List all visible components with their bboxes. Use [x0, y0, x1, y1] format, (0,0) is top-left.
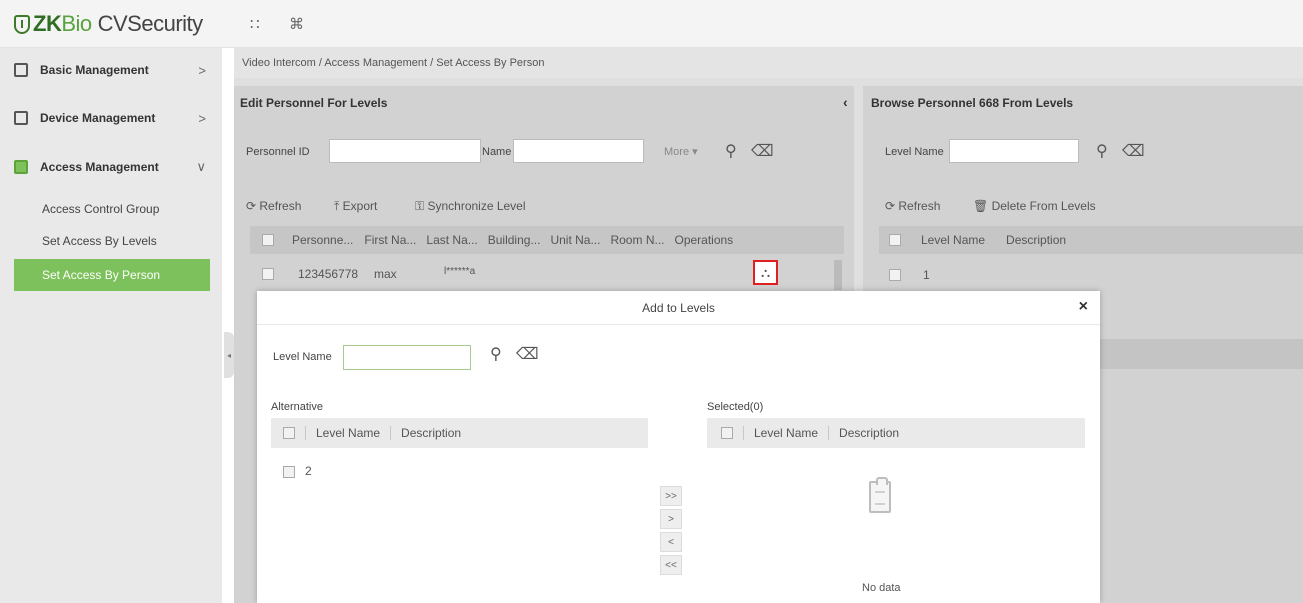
- name-label: Name: [482, 146, 512, 158]
- column-header[interactable]: Operations: [674, 233, 733, 247]
- close-icon[interactable]: ×: [1079, 298, 1088, 316]
- level-name-label: Level Name: [885, 146, 944, 158]
- table-scrollbar[interactable]: [834, 260, 842, 290]
- move-right-button[interactable]: >: [660, 509, 682, 529]
- column-header[interactable]: Room N...: [610, 233, 664, 247]
- refresh-button[interactable]: ⟳ Refresh: [885, 199, 940, 213]
- selected-label: Selected(0): [707, 401, 764, 413]
- sidebar-item-set-access-by-person[interactable]: Set Access By Person: [14, 259, 210, 291]
- select-all-checkbox[interactable]: [283, 427, 295, 439]
- clear-icon[interactable]: ⌫: [751, 141, 774, 161]
- add-to-levels-icon[interactable]: ⛬: [753, 260, 778, 285]
- first-name-cell: max: [374, 267, 397, 281]
- level-name-input[interactable]: [343, 345, 471, 370]
- row-checkbox[interactable]: [889, 269, 901, 281]
- dialog-header: Add to Levels ×: [257, 291, 1100, 325]
- move-left-button[interactable]: <: [660, 532, 682, 552]
- sidebar-menu-access-management[interactable]: Access Management ∨: [0, 147, 222, 187]
- last-name-cell: l******a: [444, 266, 476, 277]
- select-all-checkbox[interactable]: [889, 234, 901, 246]
- logo-zk-text: ZK: [33, 11, 62, 36]
- search-icon[interactable]: ⚲: [1096, 141, 1108, 161]
- sidebar-menu-basic-management[interactable]: Basic Management >: [0, 50, 222, 90]
- name-input[interactable]: [513, 139, 644, 163]
- apps-grid-icon[interactable]: ∷: [250, 15, 260, 33]
- sidebar-menu-label: Device Management: [40, 111, 156, 125]
- sidebar-item-label: Access Control Group: [42, 202, 160, 216]
- clipboard-empty-icon: [869, 477, 891, 513]
- column-header[interactable]: Description: [401, 426, 461, 440]
- clear-icon[interactable]: ⌫: [1122, 141, 1145, 161]
- top-bar: ZK Bio CVSecurity ∷ ⌘: [0, 0, 1303, 48]
- sidebar-menu-label: Access Management: [40, 160, 159, 174]
- level-name-cell: 1: [923, 268, 930, 282]
- personnel-id-cell: 123456778: [298, 267, 359, 281]
- sidebar-item-label: Set Access By Person: [42, 268, 161, 282]
- shield-logo-icon: [14, 14, 30, 34]
- table-row[interactable]: 2: [271, 459, 648, 485]
- column-header[interactable]: First Na...: [364, 233, 416, 247]
- synchronize-level-button[interactable]: ⚿ Synchronize Level: [415, 199, 526, 214]
- device-management-icon: [14, 111, 28, 125]
- command-icon[interactable]: ⌘: [289, 15, 304, 33]
- move-all-right-button[interactable]: >>: [660, 486, 682, 506]
- dialog-title: Add to Levels: [642, 301, 715, 315]
- logo-product-text: CVSecurity: [97, 11, 204, 36]
- personnel-table-header: Personne... First Na... Last Na... Build…: [250, 226, 844, 254]
- level-name-input[interactable]: [949, 139, 1079, 163]
- sidebar-collapse-handle[interactable]: ◂: [224, 332, 234, 378]
- column-header[interactable]: Last Na...: [426, 233, 477, 247]
- sidebar-item-label: Set Access By Levels: [42, 234, 157, 248]
- column-header[interactable]: Level Name: [921, 233, 985, 247]
- sidebar-menu-device-management[interactable]: Device Management >: [0, 98, 222, 138]
- refresh-button[interactable]: ⟳ Refresh: [246, 199, 301, 213]
- column-header[interactable]: Level Name: [316, 426, 380, 440]
- clear-icon[interactable]: ⌫: [516, 344, 539, 364]
- panel-title: Edit Personnel For Levels: [240, 96, 388, 110]
- personnel-id-input[interactable]: [329, 139, 481, 163]
- row-checkbox[interactable]: [262, 268, 274, 280]
- selected-table-header: Level Name Description: [707, 418, 1085, 448]
- panel-collapse-icon[interactable]: ‹: [843, 94, 848, 110]
- row-checkbox[interactable]: [283, 466, 295, 478]
- sidebar-item-access-control-group[interactable]: Access Control Group: [14, 193, 210, 225]
- move-all-left-button[interactable]: <<: [660, 555, 682, 575]
- table-row[interactable]: 123456778 max l******a ⛬: [250, 260, 844, 286]
- no-data-text: No data: [862, 582, 901, 594]
- table-row[interactable]: 1: [879, 262, 1303, 288]
- select-all-checkbox[interactable]: [262, 234, 274, 246]
- level-name-label: Level Name: [273, 351, 332, 363]
- export-button[interactable]: ⤒ Export: [334, 199, 377, 214]
- breadcrumb: Video Intercom / Access Management / Set…: [234, 48, 1303, 78]
- column-header[interactable]: Level Name: [754, 426, 818, 440]
- alternative-label: Alternative: [271, 401, 323, 413]
- chevron-right-icon: >: [198, 62, 206, 78]
- more-dropdown[interactable]: More ▾: [664, 145, 698, 158]
- level-name-cell: 2: [305, 464, 312, 478]
- chevron-right-icon: >: [198, 110, 206, 126]
- add-to-levels-dialog: Add to Levels × Level Name ⚲ ⌫ Alternati…: [257, 291, 1100, 603]
- chevron-down-icon: ∨: [196, 159, 206, 174]
- column-header[interactable]: Unit Na...: [550, 233, 600, 247]
- sidebar-menu-label: Basic Management: [40, 63, 149, 77]
- access-management-icon: [14, 160, 28, 174]
- panel-title: Browse Personnel 668 From Levels: [871, 96, 1074, 110]
- search-icon[interactable]: ⚲: [490, 344, 502, 364]
- levels-table-header: Level Name Description: [879, 226, 1303, 254]
- logo-bio-text: Bio: [61, 11, 92, 36]
- alternative-table-header: Level Name Description: [271, 418, 648, 448]
- search-icon[interactable]: ⚲: [725, 141, 737, 161]
- select-all-checkbox[interactable]: [721, 427, 733, 439]
- column-header[interactable]: Personne...: [292, 233, 353, 247]
- sidebar: Basic Management > Device Management > A…: [0, 48, 222, 603]
- basic-management-icon: [14, 63, 28, 77]
- sidebar-item-set-access-by-levels[interactable]: Set Access By Levels: [14, 225, 210, 257]
- column-header[interactable]: Building...: [488, 233, 541, 247]
- column-header[interactable]: Description: [1006, 233, 1066, 247]
- delete-from-levels-button[interactable]: 🗑 Delete From Levels: [973, 199, 1096, 213]
- personnel-id-label: Personnel ID: [246, 146, 310, 158]
- column-header[interactable]: Description: [839, 426, 899, 440]
- app-logo[interactable]: ZK Bio CVSecurity: [14, 10, 203, 38]
